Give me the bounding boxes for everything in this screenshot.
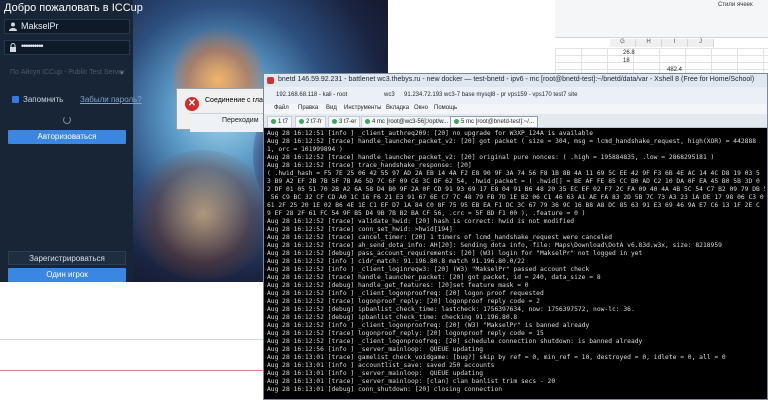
xshell-window: bnetd 146.59.92.231 - battlenet wc3.theb… bbox=[263, 73, 768, 400]
column-header[interactable]: I bbox=[662, 39, 688, 47]
terminal-line: Aug 28 16:12:52 [trace] cancel_timer: [2… bbox=[267, 234, 612, 241]
remember-checkbox[interactable] bbox=[12, 96, 19, 103]
forgot-password-link[interactable]: Забыли пароль? bbox=[80, 95, 142, 104]
terminal-line: Aug 28 16:12:52 [trace] logonproof_reply… bbox=[267, 298, 540, 305]
cell-styles-button[interactable]: Стили ячеек bbox=[718, 2, 753, 8]
menu-tools[interactable]: Инструменты bbox=[344, 105, 381, 111]
desktop: ✕ Соединение с главе Переходим Добро пож… bbox=[0, 0, 768, 400]
spreadsheet-window: Стили ячеек G H I J 26.8 18 482.4 bbox=[555, 0, 768, 73]
session-tab[interactable]: 4 mc [root@wc3-56]:/opt/w... bbox=[361, 116, 453, 128]
loading-spinner-icon bbox=[63, 116, 71, 124]
chevron-down-icon[interactable]: ▾ bbox=[120, 69, 124, 77]
connected-icon bbox=[332, 118, 337, 124]
terminal-line: Aug 28 16:12:52 [info ] _client_logonpro… bbox=[267, 290, 544, 297]
terminal-line: ( .hwid_hash = F5 7E 25 06 42 55 97 AD 2… bbox=[267, 170, 760, 177]
terminal-line: Aug 28 16:12:56 [info ] _server_mainloop… bbox=[267, 346, 484, 353]
session-tab-bar: 1 t7 2 t7-fr 3 t7-er 4 mc [root@wc3-56]:… bbox=[264, 114, 767, 128]
spreadsheet-cell[interactable]: 18 bbox=[623, 58, 630, 64]
terminal-line: Aug 28 16:12:52 [trace] handle_launcher_… bbox=[267, 154, 715, 161]
terminal-line: Aug 28 16:12:52 [debug] pass_account_req… bbox=[267, 250, 643, 257]
column-header[interactable]: J bbox=[688, 39, 714, 47]
terminal-line: 9 EF 28 2F 61 FC 54 9F B5 D4 9B 7B B2 BA… bbox=[267, 210, 586, 217]
terminal-line: 61 2F 25 20 1E 02 B6 4E 1E C1 EF D7 1A 8… bbox=[267, 202, 760, 209]
terminal-line: Aug 28 16:12:52 [trace] logonproof_reply… bbox=[267, 330, 544, 337]
session-address-bar[interactable]: 192.168.68.118 - kali - root wc3 91.234.… bbox=[264, 87, 767, 105]
address-item[interactable]: wc3 bbox=[384, 92, 395, 98]
lock-icon bbox=[10, 43, 16, 52]
column-header[interactable]: G bbox=[610, 39, 636, 47]
terminal-line: Aug 28 16:12:52 [trace] validate_hwid: [… bbox=[267, 218, 575, 225]
dialog-footer: Переходим bbox=[190, 113, 265, 132]
username-field[interactable]: MakselPr bbox=[4, 19, 130, 34]
terminal-line: Aug 28 16:12:51 [info ] _client_authreq2… bbox=[267, 130, 594, 137]
login-panel: Добро пожаловать в ICCup MakselPr ••••••… bbox=[0, 0, 143, 282]
terminal-line: Aug 28 16:12:52 [info ] _client_logonpro… bbox=[267, 322, 590, 329]
terminal-output[interactable]: Aug 28 16:12:51 [info ] _client_authreq2… bbox=[267, 130, 765, 398]
terminal-line: Aug 28 16:12:52 [debug] ipbanlist_check_… bbox=[267, 306, 635, 313]
password-value: •••••••••• bbox=[21, 41, 43, 51]
menu-view[interactable]: Вид bbox=[326, 105, 337, 111]
spreadsheet-ribbon: Стили ячеек bbox=[555, 0, 768, 38]
menu-tab[interactable]: Вкладка bbox=[386, 105, 409, 111]
remember-label: Запомнить bbox=[23, 95, 64, 104]
menu-bar: Файл Правка Вид Инструменты Вкладка Окно… bbox=[264, 104, 767, 114]
terminal-line: 3 B9 A2 EF 2B 7B 5F 7B A6 5D 7C 6F 09 C6… bbox=[267, 178, 760, 185]
column-header[interactable]: H bbox=[636, 39, 662, 47]
single-player-button[interactable]: Один игрок bbox=[8, 268, 126, 282]
terminal-line: Aug 28 16:12:52 [trace] ah_send_dota_inf… bbox=[267, 242, 722, 249]
session-tab-active[interactable]: 5 mc [root@bnetd-test]:~/... bbox=[450, 116, 538, 128]
connected-icon bbox=[299, 118, 304, 124]
connected-icon bbox=[271, 118, 276, 124]
menu-file[interactable]: Файл bbox=[274, 105, 289, 111]
login-button[interactable]: Авторизоваться bbox=[8, 130, 126, 144]
connected-icon bbox=[365, 118, 370, 124]
terminal-line: 1, orc = 101999894 ) bbox=[267, 146, 343, 153]
menu-help[interactable]: Помощь bbox=[434, 105, 457, 111]
terminal-line: Aug 28 16:12:52 [trace] handle_launcher_… bbox=[267, 138, 757, 145]
spreadsheet-cell[interactable]: 26.8 bbox=[623, 50, 635, 56]
menu-window[interactable]: Окно bbox=[414, 105, 428, 111]
terminal-line: Aug 28 16:13:01 [info ] _server_mainloop… bbox=[267, 370, 484, 377]
terminal-line: Aug 28 16:12:52 [trace] trace_handshake_… bbox=[267, 162, 472, 169]
session-tab[interactable]: 1 t7 bbox=[267, 116, 293, 128]
session-tab[interactable]: 3 t7-er bbox=[328, 116, 361, 128]
artwork-warm-glow bbox=[133, 150, 273, 280]
terminal-line: 56 C9 BC 32 CF CD A0 1C 16 F6 21 E3 91 6… bbox=[267, 194, 764, 201]
terminal-line: Aug 28 16:12:52 [trace] _client_logonpro… bbox=[267, 338, 643, 345]
divider bbox=[0, 370, 265, 371]
user-icon bbox=[9, 22, 17, 31]
connected-icon bbox=[454, 118, 459, 124]
terminal-line: Aug 28 16:12:52 [info ] _client_loginreq… bbox=[267, 266, 590, 273]
terminal-line: Aug 28 16:13:01 [info ] accountlist_save… bbox=[267, 362, 495, 369]
address-item[interactable]: 91.234.72.193 wc3-7 base mysql8 - pr vps… bbox=[404, 92, 577, 98]
window-titlebar[interactable]: bnetd 146.59.92.231 - battlenet wc3.theb… bbox=[264, 74, 767, 87]
terminal-line: 2 DF 01 05 51 70 2B A2 6A 58 D4 B0 9F 2A… bbox=[267, 186, 765, 193]
spreadsheet-grid[interactable] bbox=[555, 48, 768, 73]
terminal-line: Aug 28 16:12:52 [trace] conn_set_hwid: >… bbox=[267, 226, 453, 233]
terminal-line: Aug 28 16:13:01 [debug] conn_shutdown: [… bbox=[267, 386, 503, 393]
terminal-line: Aug 28 16:12:52 [info ] cidr_match: 91.1… bbox=[267, 258, 525, 265]
server-select-label[interactable]: По Айсуп ICCup - Public Test Server bbox=[10, 69, 125, 76]
error-icon: ✕ bbox=[185, 97, 199, 111]
login-title: Добро пожаловать в ICCup bbox=[4, 2, 143, 14]
terminal-line: Aug 28 16:12:52 [debug] ipbanlist_check_… bbox=[267, 314, 518, 321]
session-tab[interactable]: 2 t7-fr bbox=[295, 116, 326, 128]
terminal-line: Aug 28 16:13:01 [trace] gamelist_check_v… bbox=[267, 354, 726, 361]
menu-edit[interactable]: Правка bbox=[298, 105, 318, 111]
xshell-logo-icon bbox=[267, 77, 274, 84]
username-value: MakselPr bbox=[21, 21, 59, 31]
register-button[interactable]: Зарегистрироваться bbox=[8, 251, 126, 265]
window-title: bnetd 146.59.92.231 - battlenet wc3.theb… bbox=[278, 76, 755, 83]
dialog-footer-label: Переходим bbox=[222, 117, 259, 124]
terminal-line: Aug 28 16:13:01 [trace] _server_mainloop… bbox=[267, 378, 556, 385]
terminal-line: Aug 28 16:12:52 [trace] handle_launcher_… bbox=[267, 274, 601, 281]
terminal-line: Aug 28 16:12:52 [debug] handle_get_featu… bbox=[267, 282, 529, 289]
password-field[interactable]: •••••••••• bbox=[4, 40, 130, 55]
address-item[interactable]: 192.168.68.118 - kali - root bbox=[276, 92, 347, 98]
divider bbox=[0, 339, 265, 340]
error-message: Соединение с главе bbox=[205, 97, 271, 104]
